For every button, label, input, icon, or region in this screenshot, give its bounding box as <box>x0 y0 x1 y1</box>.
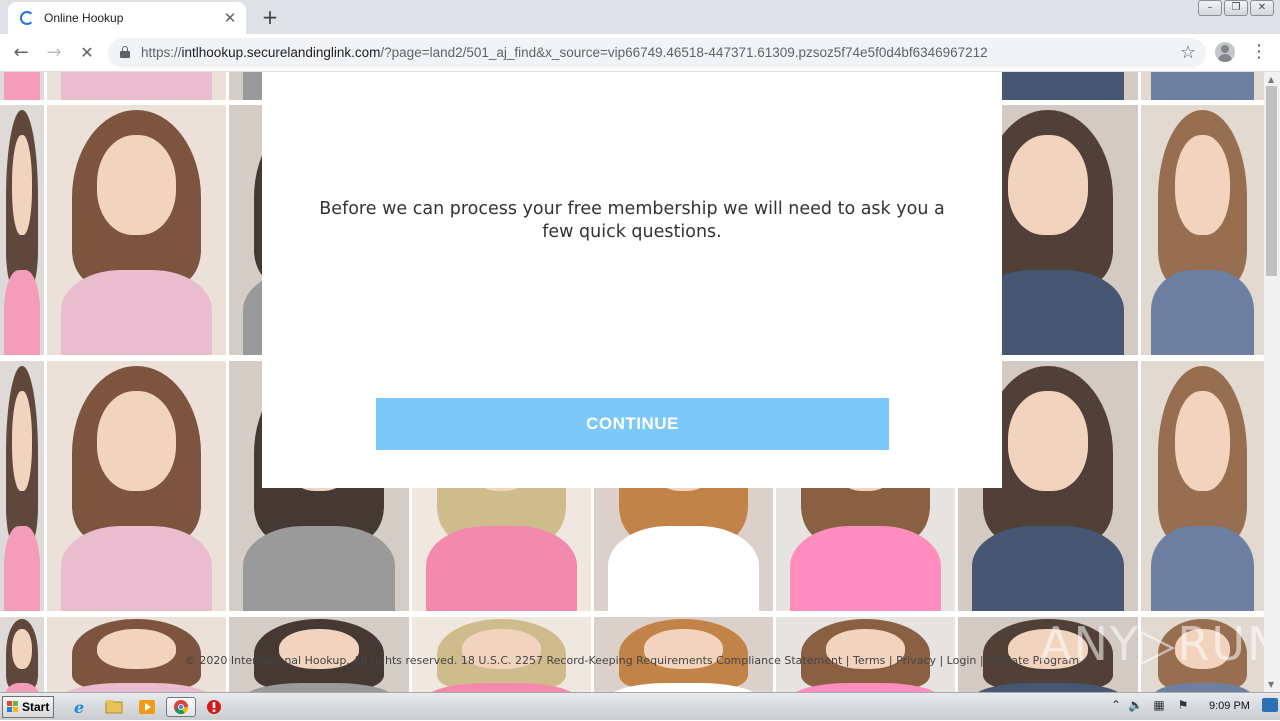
folder-icon[interactable] <box>103 697 125 717</box>
back-arrow-icon[interactable]: ← <box>10 42 32 64</box>
continue-button[interactable]: CONTINUE <box>376 398 889 450</box>
windows-logo-icon <box>7 701 19 713</box>
page-viewport: Before we can process your free membersh… <box>0 72 1264 692</box>
scroll-up-arrow-icon[interactable]: ▲ <box>1268 75 1274 84</box>
stop-icon[interactable]: ✕ <box>76 42 98 64</box>
lock-icon[interactable] <box>120 46 130 58</box>
start-label: Start <box>22 700 50 714</box>
show-desktop-icon[interactable] <box>1262 698 1278 712</box>
membership-modal: Before we can process your free membersh… <box>262 72 1002 488</box>
footer-copyright: © 2020 International Hookup. All rights … <box>184 654 843 667</box>
forward-arrow-icon[interactable]: → <box>43 42 65 64</box>
anyrun-watermark: ANY▷RUN <box>1040 617 1264 671</box>
start-button[interactable]: Start <box>2 696 54 718</box>
close-window-button[interactable]: ✕ <box>1250 0 1274 16</box>
tray-expand-icon[interactable]: ⌃ <box>1109 698 1123 712</box>
footer-login-link[interactable]: Login <box>947 654 977 667</box>
system-tray: ⌃ 🔈 ▦ ⚑ <box>1106 695 1280 719</box>
window-controls: – ❐ ✕ <box>1198 0 1274 16</box>
loading-spinner-icon <box>20 11 34 25</box>
url-path: /?page=land2/501_aj_find&x_source=vip667… <box>380 45 988 60</box>
windows-taskbar: Start e ⌃ 🔈 ▦ ⚑ 9:09 PM <box>0 692 1280 720</box>
minimize-button[interactable]: – <box>1198 0 1222 16</box>
profile-icon[interactable] <box>1215 42 1235 62</box>
browser-toolbar: ← → ✕ https://intlhookup.securelandingli… <box>0 34 1280 72</box>
media-player-icon[interactable] <box>136 697 158 717</box>
url-scheme: https:// <box>141 45 182 60</box>
new-tab-button[interactable]: + <box>258 6 282 28</box>
chrome-icon <box>174 700 189 715</box>
scroll-thumb[interactable] <box>1266 86 1277 276</box>
ie-icon[interactable]: e <box>70 697 92 717</box>
menu-icon[interactable]: ⋮ <box>1250 42 1268 62</box>
footer-privacy-link[interactable]: Privacy <box>896 654 936 667</box>
scroll-down-arrow-icon[interactable]: ▼ <box>1268 680 1274 689</box>
tab-strip: Online Hookup ✕ + – ❐ ✕ <box>0 0 1280 34</box>
star-icon[interactable]: ☆ <box>1180 42 1196 63</box>
chrome-taskbar-button[interactable] <box>166 697 196 717</box>
flag-icon[interactable]: ⚑ <box>1176 698 1190 712</box>
footer-terms-link[interactable]: Terms <box>853 654 885 667</box>
opera-icon[interactable] <box>203 697 225 717</box>
volume-icon[interactable]: 🔈 <box>1128 698 1143 712</box>
footer-separator: | <box>939 654 944 667</box>
tab-close-icon[interactable]: ✕ <box>220 8 240 28</box>
page-scrollbar[interactable]: ▲ ▼ <box>1264 72 1280 692</box>
svg-text:e: e <box>74 698 84 717</box>
browser-tab[interactable]: Online Hookup ✕ <box>8 2 246 34</box>
footer-separator: | <box>888 654 893 667</box>
url-host: intlhookup.securelandinglink.com <box>181 45 381 60</box>
footer-separator: | <box>979 654 984 667</box>
network-icon[interactable]: ▦ <box>1152 698 1166 712</box>
restore-button[interactable]: ❐ <box>1224 0 1248 16</box>
footer-separator: | <box>845 654 850 667</box>
address-bar[interactable]: https://intlhookup.securelandinglink.com… <box>108 38 1206 68</box>
taskbar-clock: 9:09 PM <box>1209 700 1250 712</box>
url-text[interactable]: https://intlhookup.securelandinglink.com… <box>141 45 988 60</box>
tab-title: Online Hookup <box>44 11 124 25</box>
modal-message: Before we can process your free membersh… <box>319 199 945 242</box>
